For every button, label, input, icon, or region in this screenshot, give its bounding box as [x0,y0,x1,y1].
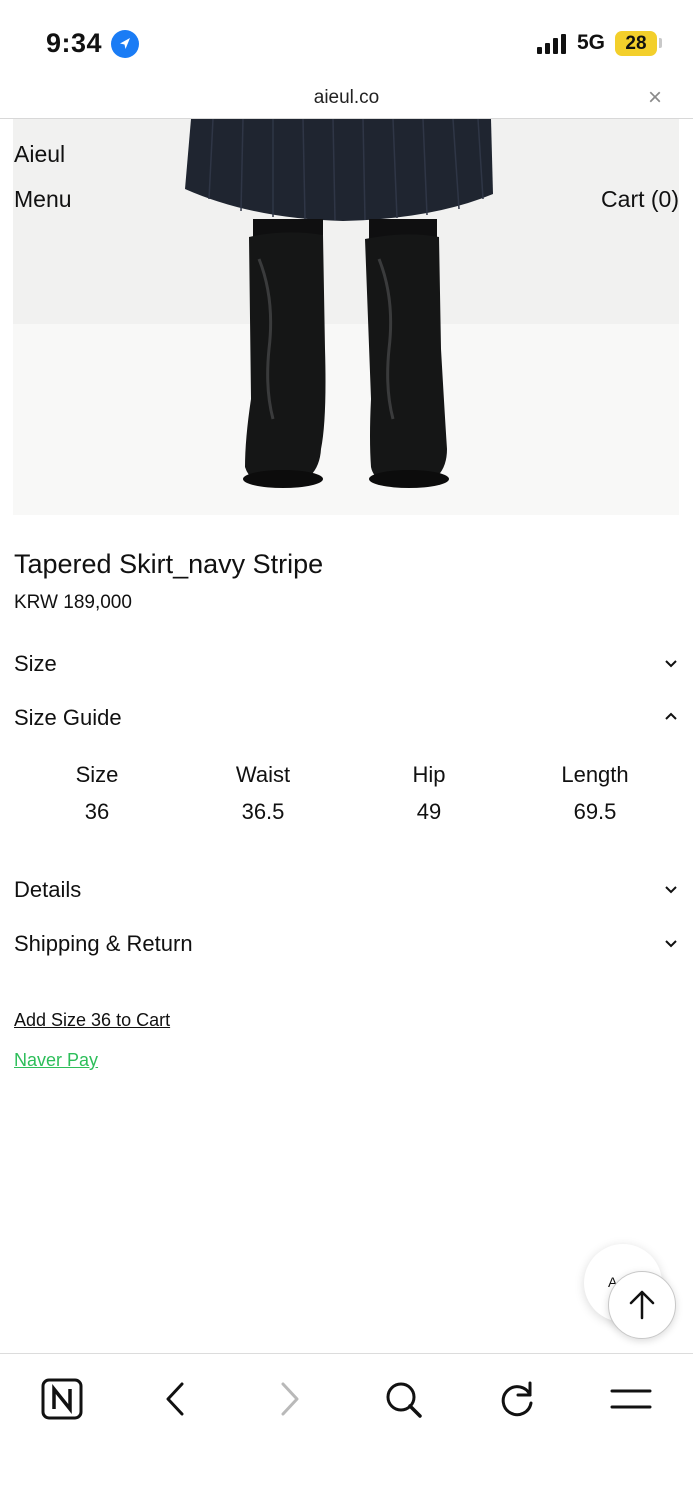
battery-level: 28 [625,33,647,54]
size-guide-table: Size Waist Hip Length 36 36.5 49 69.5 [14,756,679,830]
chevron-left-icon[interactable] [150,1374,200,1424]
cart-link[interactable]: Cart (0) [601,186,679,213]
size-accordion-label: Size [14,651,57,676]
details-label: Details [14,877,82,902]
hamburger-icon[interactable] [606,1374,656,1424]
product-price: KRW 189,000 [14,592,132,613]
size-accordion[interactable]: Size [14,647,679,683]
site-logo[interactable]: Aieul [14,141,65,168]
product-image[interactable] [13,119,679,515]
battery-icon: 28 [615,31,657,56]
url-bar[interactable]: aieul.co × [0,84,693,119]
size-guide-header: Hip [412,762,446,787]
size-guide-header: Waist [235,762,291,787]
chevron-down-icon [665,886,677,894]
menu-link[interactable]: Menu [14,186,72,213]
naver-n-icon[interactable] [37,1374,87,1424]
url-text[interactable]: aieul.co [0,87,693,109]
size-guide-header: Length [561,762,629,787]
size-guide-accordion[interactable]: Size Guide [14,701,679,737]
chevron-down-icon [665,940,677,948]
table-row: 36 36.5 49 69.5 [14,793,679,830]
browser-toolbar [0,1353,693,1501]
product-title: Tapered Skirt_navy Stripe [14,549,324,579]
naver-pay-link[interactable]: Naver Pay [14,1050,98,1071]
shipping-accordion[interactable]: Shipping & Return [14,927,679,963]
chevron-up-icon [665,712,677,720]
details-accordion[interactable]: Details [14,873,679,909]
chevron-down-icon [665,660,677,668]
size-guide-cell: 36 [84,799,110,824]
signal-strength-icon [537,34,566,54]
status-time: 9:34 [46,28,103,58]
network-type: 5G [577,31,606,54]
add-to-cart-link[interactable]: Add Size 36 to Cart [14,1010,170,1031]
status-bar: 9:34 5G 28 [0,0,693,84]
location-arrow-icon [111,30,139,58]
arrow-up-icon [629,1290,655,1320]
shipping-label: Shipping & Return [14,931,193,956]
search-icon[interactable] [378,1374,428,1424]
chevron-right-icon[interactable] [265,1374,315,1424]
size-guide-label: Size Guide [14,705,122,730]
size-guide-cell: 36.5 [241,799,285,824]
product-photo [13,119,679,515]
scroll-to-top-button[interactable] [608,1271,676,1339]
size-guide-cell: 49 [416,799,442,824]
size-guide-header: Size [75,762,119,787]
close-icon[interactable]: × [648,86,662,110]
battery-tip [659,38,662,48]
size-guide-cell: 69.5 [573,799,617,824]
reload-icon[interactable] [492,1374,542,1424]
size-guide-header-row: Size Waist Hip Length [14,756,679,793]
